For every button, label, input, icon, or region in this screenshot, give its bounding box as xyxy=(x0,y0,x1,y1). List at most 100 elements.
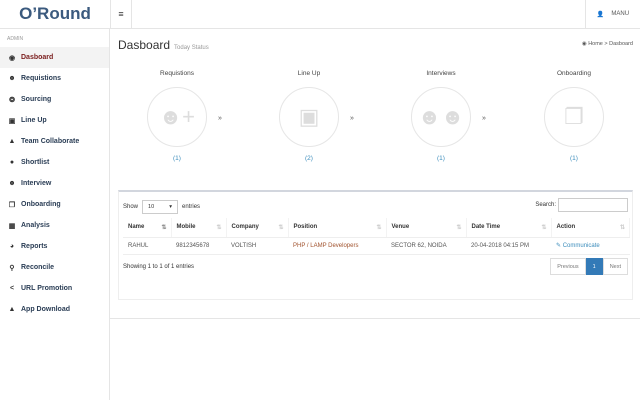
arrow-icon: » xyxy=(350,115,354,122)
entries-length: Show 10 ▾ entries xyxy=(123,200,200,214)
brand-logo[interactable]: O’Round xyxy=(0,0,110,29)
page-1-button[interactable]: 1 xyxy=(585,258,603,275)
label: Team Collaborate xyxy=(21,138,80,145)
sidebar-item-onboarding[interactable]: ❐ Onboarding xyxy=(0,194,109,215)
col-label: Name xyxy=(128,224,145,231)
sidebar-item-shortlist[interactable]: ● Shortlist xyxy=(0,152,109,173)
sidebar-item-team-collaborate[interactable]: ▲ Team Collaborate xyxy=(0,131,109,152)
show-label: Show xyxy=(123,204,139,210)
user-icon: 👤 xyxy=(596,11,605,18)
sidebar-item-reconcile[interactable]: ⚲ Reconcile xyxy=(0,257,109,278)
entries-select[interactable]: 10 ▾ xyxy=(142,200,179,214)
stage-count[interactable]: (1) xyxy=(401,155,481,162)
stage-requistions[interactable]: Requistions ☻+ (1) xyxy=(137,70,217,162)
col-label: Date Time xyxy=(471,224,501,231)
top-header: ≡ 👤 MANU xyxy=(110,0,640,29)
schedule-table-panel: Show 10 ▾ entries Search: Name ⇅ Mobile ⇅ Com… xyxy=(118,190,633,300)
next-button[interactable]: Next xyxy=(602,258,628,275)
share-icon: < xyxy=(9,285,15,292)
col-label: Company xyxy=(231,224,259,231)
stage-count[interactable]: (1) xyxy=(534,155,614,162)
sidebar-item-app-download[interactable]: ▲ App Download xyxy=(0,299,109,320)
user-plus-icon: ☻ xyxy=(8,75,16,82)
sidebar-item-sourcing[interactable]: ❂ Sourcing xyxy=(0,89,109,110)
col-label: Position xyxy=(293,224,318,231)
label: URL Promotion xyxy=(21,285,73,292)
cell-name: RAHUL xyxy=(123,237,171,255)
cell-venue: SECTOR 62, NOIDA xyxy=(386,237,466,255)
stage-interviews[interactable]: Interviews ☻☻ (1) xyxy=(401,70,481,162)
sidebar-item-interview[interactable]: ☻ Interview xyxy=(0,173,109,194)
stage-line-up[interactable]: Line Up ▣ (2) xyxy=(269,70,349,162)
page-subtitle: Today Status xyxy=(174,45,209,51)
menu-toggle-icon[interactable]: ≡ xyxy=(111,0,132,28)
sidebar-item-dashboard[interactable]: ◉ Dasboard xyxy=(0,47,109,68)
col-company[interactable]: Company ⇅ xyxy=(226,218,289,238)
cell-mobile: 9812345678 xyxy=(171,237,226,255)
col-name[interactable]: Name ⇅ xyxy=(123,218,172,238)
table-search: Search: xyxy=(535,198,628,212)
user-menu[interactable]: 👤 MANU xyxy=(585,0,640,28)
sort-icon: ⇅ xyxy=(278,225,284,232)
sort-icon: ⇅ xyxy=(376,225,382,232)
data-table: Name ⇅ Mobile ⇅ Company ⇅ Position ⇅ Venue ⇅ … xyxy=(123,218,630,255)
sidebar-item-line-up[interactable]: ▣ Line Up xyxy=(0,110,109,131)
cell-company: VOLTISH xyxy=(226,237,288,255)
communicate-link[interactable]: ✎ Communicate xyxy=(556,243,600,249)
sidebar-item-url-promotion[interactable]: < URL Promotion xyxy=(0,278,109,299)
sidebar-item-analysis[interactable]: ▦ Analysis xyxy=(0,215,109,236)
search-input[interactable] xyxy=(558,198,628,212)
label: Line Up xyxy=(21,117,47,124)
communicate-label: Communicate xyxy=(562,243,600,249)
col-venue[interactable]: Venue ⇅ xyxy=(386,218,467,238)
sort-icon: ⇅ xyxy=(456,225,462,232)
label: App Download xyxy=(21,306,70,313)
address-book-icon[interactable]: ▣ xyxy=(279,87,339,147)
previous-button[interactable]: Previous xyxy=(550,258,586,275)
dashboard-icon: ◉ xyxy=(8,54,16,62)
comment-icon: ● xyxy=(9,159,15,166)
sidebar-item-reports[interactable]: ◕ Reports xyxy=(0,236,109,257)
col-position[interactable]: Position ⇅ xyxy=(288,218,387,238)
android-icon: ▲ xyxy=(8,306,16,313)
table-header-row: Name ⇅ Mobile ⇅ Company ⇅ Position ⇅ Venue ⇅ … xyxy=(123,218,630,238)
cell-action: ✎ Communicate xyxy=(551,237,630,255)
label: Requistions xyxy=(21,75,62,82)
globe-icon: ❂ xyxy=(9,96,15,104)
stage-label: Requistions xyxy=(160,70,194,77)
page-title: Dasboard Today Status xyxy=(118,38,209,52)
sort-icon: ⇅ xyxy=(216,225,222,232)
col-date-time[interactable]: Date Time ⇅ xyxy=(466,218,552,238)
entries-label: entries xyxy=(182,204,201,210)
stage-onboarding[interactable]: Onboarding ❐ (1) xyxy=(534,70,614,162)
title-text: Dasboard xyxy=(118,38,171,52)
breadcrumb-home[interactable]: Home xyxy=(588,41,603,47)
sort-icon: ⇅ xyxy=(619,225,625,232)
sidebar-item-requistions[interactable]: ☻ Requistions xyxy=(0,68,109,89)
files-icon: ❐ xyxy=(8,201,16,209)
col-mobile[interactable]: Mobile ⇅ xyxy=(171,218,227,238)
entries-value: 10 xyxy=(148,204,155,210)
users-icon[interactable]: ☻☻ xyxy=(411,87,471,147)
main-content: Dasboard Today Status ◉ Home > Dasboard R… xyxy=(110,29,640,319)
arrow-icon: » xyxy=(218,115,222,122)
file-chart-icon: ▦ xyxy=(8,222,16,230)
label: Sourcing xyxy=(21,96,52,103)
stage-label: Interviews xyxy=(426,70,456,77)
col-label: Mobile xyxy=(176,224,196,231)
address-book-icon: ▣ xyxy=(8,117,16,125)
stage-label: Onboarding xyxy=(557,70,591,77)
col-action[interactable]: Action ⇅ xyxy=(551,218,630,238)
files-icon[interactable]: ❐ xyxy=(544,87,604,147)
sort-icon: ⇅ xyxy=(541,225,547,232)
label: Onboarding xyxy=(21,201,61,208)
stage-count[interactable]: (1) xyxy=(137,155,217,162)
label: Interview xyxy=(21,180,52,187)
user-plus-icon[interactable]: ☻+ xyxy=(147,87,207,147)
table-row: RAHUL 9812345678 VOLTISH PHP / LAMP Deve… xyxy=(123,237,630,255)
sidebar-section-label: ADMIN xyxy=(7,36,24,42)
stage-count[interactable]: (2) xyxy=(269,155,349,162)
sidebar: ADMIN ◉ Dasboard ☻ Requistions ❂ Sourcing ▣… xyxy=(0,29,110,400)
label: Analysis xyxy=(21,222,50,229)
users-icon: ☻ xyxy=(8,180,16,187)
